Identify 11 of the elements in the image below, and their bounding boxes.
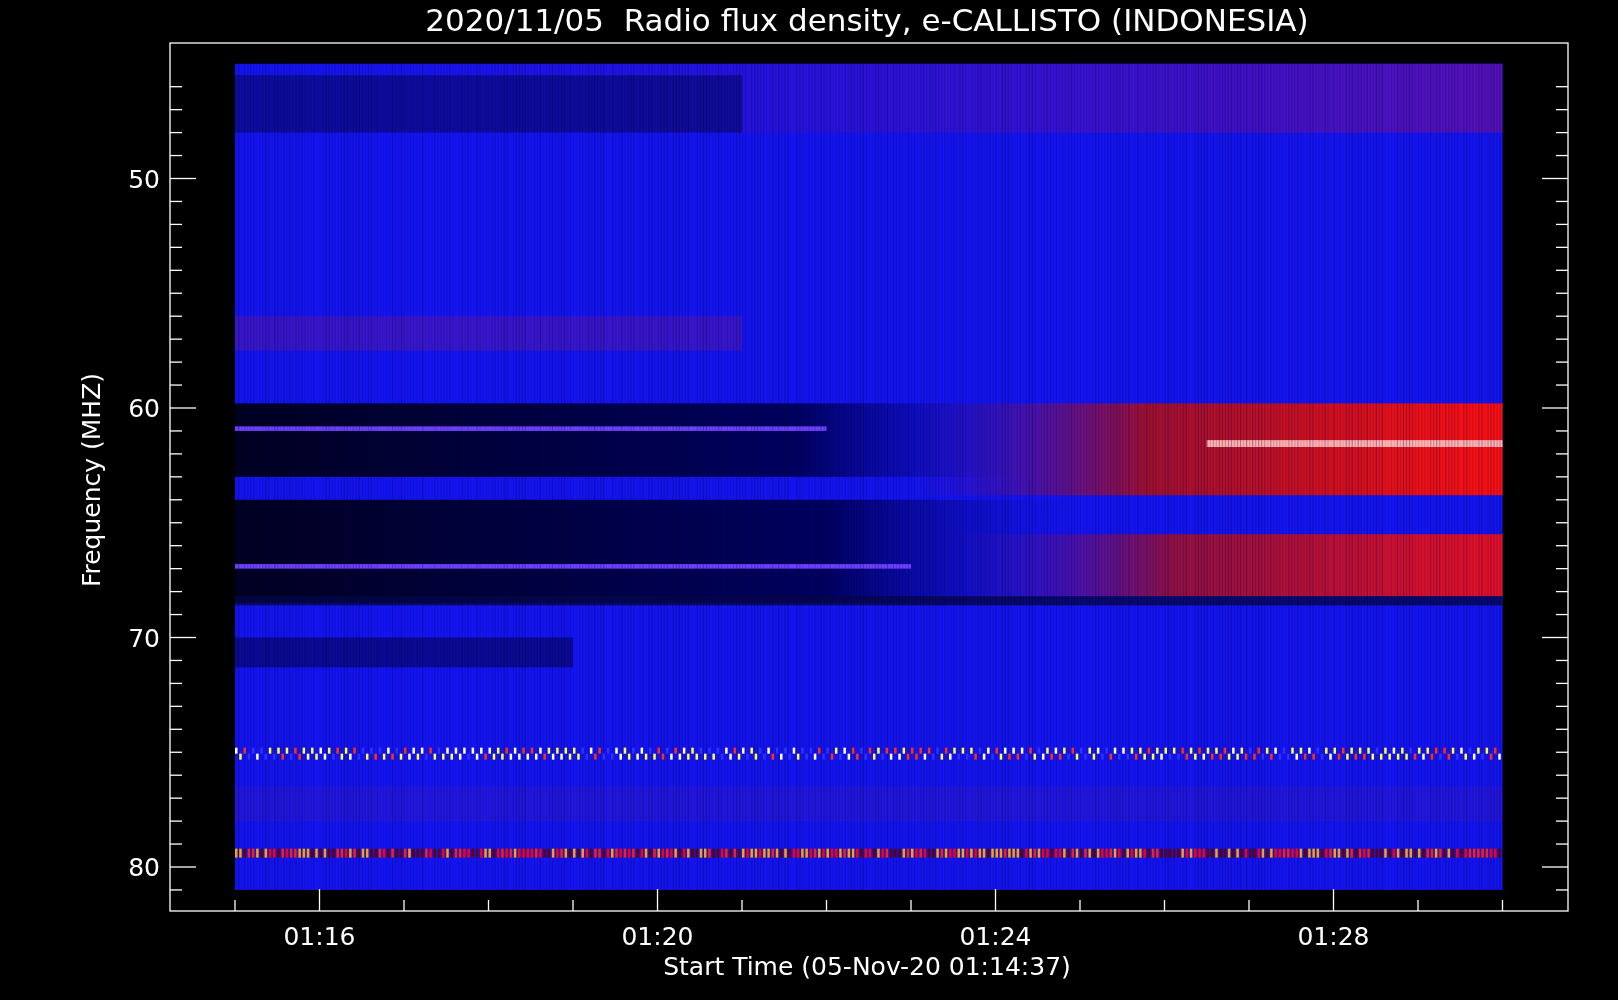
y-tick-label: 60 (128, 394, 160, 423)
y-tick-label: 70 (128, 623, 160, 653)
chart-title: 2020/11/05 Radio flux density, e-CALLISTO (INDONESIA) (425, 2, 1309, 38)
y-tick-label: 50 (128, 164, 160, 194)
y-axis-label: Frequency (MHZ) (77, 372, 106, 588)
x-tick-label: 01:28 (1297, 922, 1370, 951)
x-tick-label: 01:16 (283, 922, 356, 951)
y-tick-label: 80 (128, 853, 160, 882)
x-axis-label: Start Time (05-Nov-20 01:14:37) (663, 952, 1071, 981)
x-tick-label: 01:20 (621, 922, 694, 951)
x-tick-label: 01:24 (959, 922, 1032, 951)
